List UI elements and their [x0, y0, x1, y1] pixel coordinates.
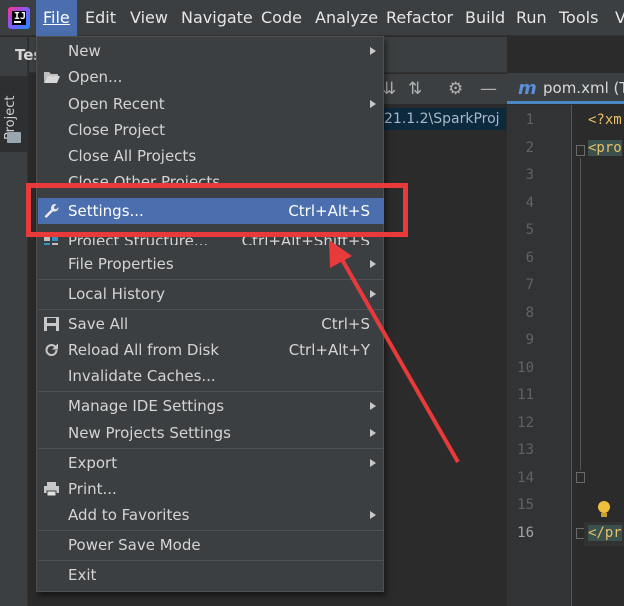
menu-analyze[interactable]: Analyze [315, 0, 378, 36]
menu-item-manage-ide-settings[interactable]: Manage IDE Settings [38, 393, 384, 419]
expand-scroll-icon[interactable]: ⇅ [408, 74, 422, 104]
line-number: 6 [525, 250, 534, 266]
code-line-2: <pro [588, 140, 622, 156]
menu-view[interactable]: View [130, 0, 168, 36]
menu-navigate[interactable]: Navigate [181, 0, 253, 36]
project-structure-icon [44, 237, 58, 245]
line-number: 7 [525, 277, 534, 293]
menu-item-new-projects-settings[interactable]: New Projects Settings [38, 420, 384, 446]
menu-refactor[interactable]: Refactor [386, 0, 453, 36]
annotation-highlight-box [26, 183, 408, 237]
line-number: 11 [517, 387, 534, 403]
menu-item-project-structure[interactable]: Project Structure... Ctrl+Alt+Shift+S [38, 237, 384, 245]
editor-tab-pom-xml[interactable]: pom.xml (T [543, 79, 624, 97]
menu-item-close-project[interactable]: Close Project [38, 117, 384, 143]
line-number: 1 [525, 112, 534, 128]
line-number: 15 [517, 497, 534, 513]
menu-item-print[interactable]: Print... [38, 476, 384, 502]
menu-item-open[interactable]: Open... [38, 64, 384, 90]
menu-item-exit[interactable]: Exit [38, 562, 384, 588]
menu-code[interactable]: Code [261, 0, 302, 36]
menu-separator [38, 448, 384, 449]
menu-separator [38, 560, 384, 561]
submenu-arrow-icon [370, 429, 376, 437]
submenu-arrow-icon [370, 459, 376, 467]
menu-bar: IJ File Edit View Navigate Code Analyze … [0, 0, 624, 36]
line-number: 2 [525, 140, 534, 156]
submenu-arrow-icon [370, 100, 376, 108]
submenu-arrow-icon [370, 402, 376, 410]
intellij-logo-icon: IJ [8, 7, 30, 29]
fold-guide-line [580, 158, 581, 470]
menu-tools[interactable]: Tools [559, 0, 598, 36]
file-menu-dropdown: New Open... Open Recent Close Project Cl… [36, 36, 384, 592]
line-number: 8 [525, 305, 534, 321]
lightbulb-icon[interactable] [598, 501, 610, 517]
menu-item-new[interactable]: New [38, 38, 384, 64]
submenu-arrow-icon [370, 260, 376, 268]
print-icon [44, 482, 59, 497]
submenu-arrow-icon [370, 511, 376, 519]
line-number: 13 [517, 442, 534, 458]
menu-item-save-all[interactable]: Save All Ctrl+S [38, 311, 384, 337]
menu-separator [38, 279, 384, 280]
maven-file-icon: m [518, 78, 537, 99]
menu-run[interactable]: Run [516, 0, 547, 36]
menu-item-open-recent[interactable]: Open Recent [38, 91, 384, 117]
hide-panel-icon[interactable]: — [480, 74, 497, 104]
menu-item-reload-all[interactable]: Reload All from Disk Ctrl+Alt+Y [38, 337, 384, 363]
menu-separator [38, 391, 384, 392]
menu-item-power-save-mode[interactable]: Power Save Mode [38, 532, 384, 558]
line-number: 10 [517, 360, 534, 376]
line-number: 9 [525, 332, 534, 348]
menu-separator [38, 530, 384, 531]
line-number: 4 [525, 195, 534, 211]
menu-item-export[interactable]: Export [38, 450, 384, 476]
line-number: 3 [525, 167, 534, 183]
reload-icon [45, 343, 58, 356]
folder-icon [7, 132, 21, 143]
menu-edit[interactable]: Edit [85, 0, 116, 36]
line-number-current: 16 [517, 525, 534, 541]
menu-item-close-other-projects[interactable]: Close Other Projects [38, 169, 384, 183]
collapse-all-icon[interactable]: ⇊ [382, 74, 396, 104]
menu-item-add-to-favorites[interactable]: Add to Favorites [38, 502, 384, 528]
project-panel-toolbar: ⇊ ⇅ ⚙ — [380, 74, 507, 104]
menu-item-file-properties[interactable]: File Properties [38, 251, 384, 277]
menu-vcs-partial[interactable]: V [615, 0, 624, 36]
submenu-arrow-icon [370, 290, 376, 298]
code-line-1: <?xm [588, 112, 622, 128]
menu-item-close-all-projects[interactable]: Close All Projects [38, 143, 384, 169]
save-icon [44, 317, 59, 331]
line-number: 14 [517, 470, 534, 486]
gear-icon[interactable]: ⚙ [448, 74, 463, 104]
menu-item-local-history[interactable]: Local History [38, 281, 384, 307]
code-line-16: </pr [588, 525, 622, 541]
line-number: 5 [525, 222, 534, 238]
menu-file[interactable]: File [36, 0, 77, 36]
fold-marker-icon[interactable] [576, 145, 585, 156]
folder-open-icon [44, 72, 60, 83]
menu-separator [38, 309, 384, 310]
line-number: 12 [517, 415, 534, 431]
fold-marker-icon[interactable] [576, 472, 585, 483]
submenu-arrow-icon [370, 47, 376, 55]
project-root-path[interactable]: 21.1.2\SparkProj [384, 108, 506, 130]
menu-item-invalidate-caches[interactable]: Invalidate Caches... [38, 363, 384, 389]
menu-build[interactable]: Build [465, 0, 505, 36]
